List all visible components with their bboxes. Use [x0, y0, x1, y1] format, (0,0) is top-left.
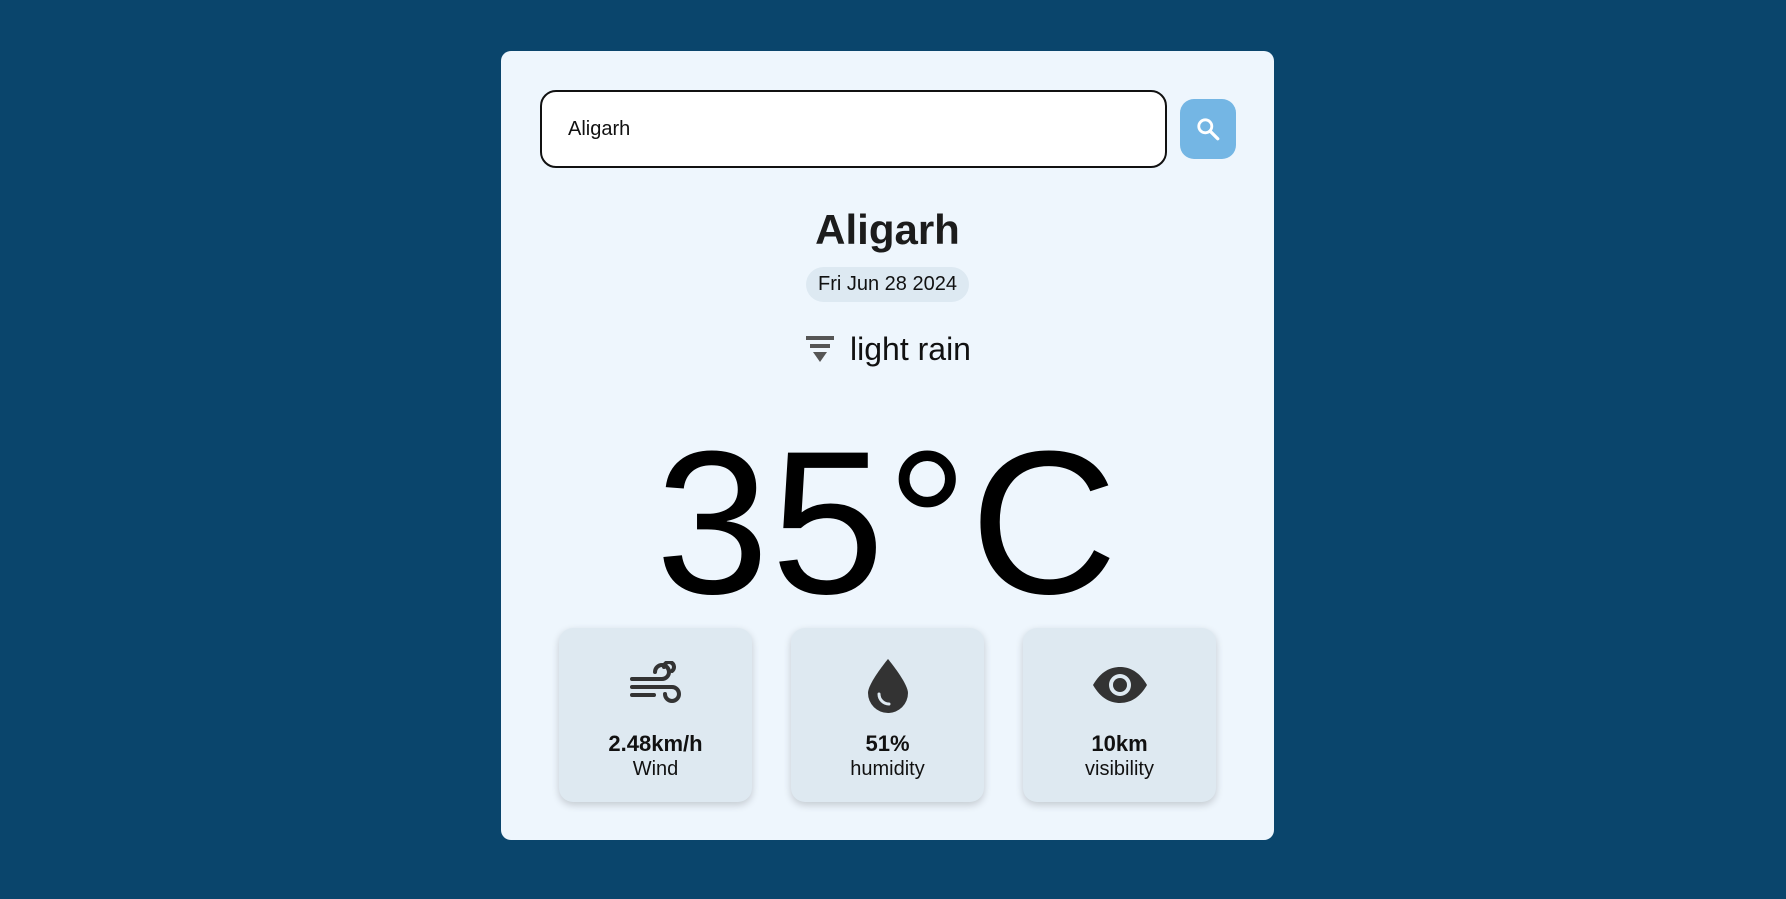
city-search-input[interactable] — [540, 90, 1167, 168]
wind-icon — [628, 661, 684, 709]
wind-value: 2.48km/h — [608, 731, 703, 756]
city-name: Aligarh — [815, 206, 960, 253]
weather-stats: 2.48km/h Wind 51% humidity 10km visibili… — [559, 628, 1216, 802]
wind-label: Wind — [632, 758, 679, 780]
visibility-value: 10km — [1091, 731, 1148, 756]
humidity-value: 51% — [865, 731, 910, 756]
date-badge: Fri Jun 28 2024 — [806, 267, 969, 302]
date-container: Fri Jun 28 2024 — [501, 267, 1274, 302]
search-icon — [1195, 116, 1221, 142]
humidity-label: humidity — [850, 758, 925, 780]
weather-card: Aligarh Fri Jun 28 2024 light rain 35°C — [501, 51, 1274, 840]
droplet-icon — [866, 657, 910, 713]
visibility-label: visibility — [1085, 758, 1154, 780]
search-bar — [540, 90, 1240, 168]
rain-icon — [804, 334, 836, 364]
eye-icon — [1091, 665, 1149, 705]
weather-condition: light rain — [501, 327, 1274, 371]
condition-text: light rain — [850, 330, 971, 367]
wind-card: 2.48km/h Wind — [559, 628, 752, 802]
humidity-card: 51% humidity — [791, 628, 984, 802]
visibility-card: 10km visibility — [1023, 628, 1216, 802]
search-button[interactable] — [1180, 99, 1236, 159]
temperature: 35°C — [655, 409, 1120, 637]
